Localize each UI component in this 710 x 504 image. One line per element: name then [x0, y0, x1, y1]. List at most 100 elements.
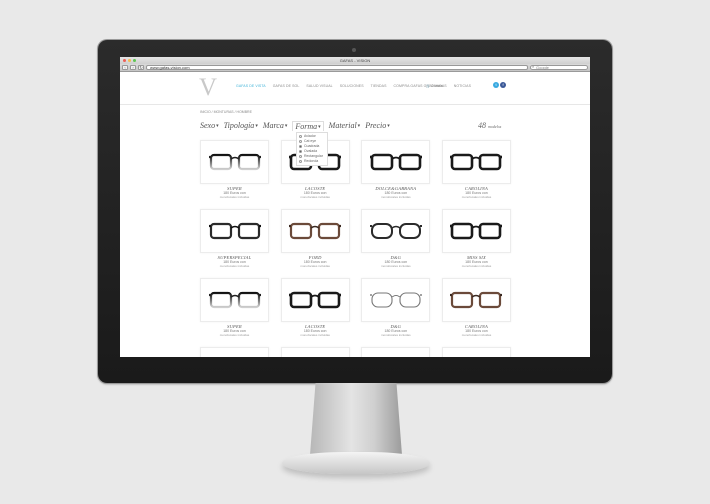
product-thumbnail[interactable] — [361, 347, 431, 357]
product-thumbnail[interactable] — [200, 140, 269, 184]
product-thumbnail[interactable] — [441, 278, 511, 322]
radio-icon[interactable] — [299, 160, 302, 163]
product-card[interactable] — [441, 347, 511, 357]
filter-label: Material — [328, 121, 357, 130]
site-header: V GAFAS DE VISTA GAFAS DE SOL SALUD VISUAL… — [120, 72, 590, 105]
social-links: t f — [493, 82, 506, 88]
product-note: monofocales incluidas — [219, 264, 250, 268]
product-card[interactable]: SUPER 180 Euros con monofocales incluidas — [200, 278, 269, 347]
website: V GAFAS DE VISTA GAFAS DE SOL SALUD VISUAL… — [120, 72, 590, 357]
glasses-icon — [289, 222, 342, 240]
radio-icon[interactable] — [299, 150, 302, 153]
product-thumbnail[interactable] — [280, 278, 350, 322]
chevron-down-icon: ▾ — [357, 124, 361, 129]
nav-item-2[interactable]: SALUD VISUAL — [306, 84, 332, 88]
browser-search-input[interactable]: Google — [530, 65, 588, 70]
close-icon[interactable] — [123, 59, 126, 62]
product-card[interactable]: D&G 180 Euros con monofocales incluidas — [361, 209, 431, 278]
nav-item-6[interactable]: NOTICIAS — [454, 84, 471, 88]
glasses-icon — [450, 291, 503, 309]
maximize-icon[interactable] — [133, 59, 136, 62]
filter-label: Tipología — [223, 121, 255, 130]
product-row: SUPER 180 Euros con monofocales incluidas L… — [200, 140, 511, 209]
cart-label: 0 items — [431, 84, 443, 88]
results-label: modelos — [488, 124, 502, 129]
breadcrumb[interactable]: INICIO / MONTURAS / HOMBRE — [200, 110, 252, 114]
filter-3[interactable]: Forma▾ — [292, 121, 324, 131]
twitter-icon[interactable]: t — [493, 82, 499, 88]
product-note: monofocales incluidas — [300, 195, 330, 199]
product-note: monofocales incluidas — [461, 333, 492, 337]
product-thumbnail[interactable] — [200, 209, 269, 253]
chevron-down-icon: ▾ — [216, 124, 219, 129]
product-card[interactable]: DOLCE&GABBANA 180 Euros con monofocales in… — [361, 140, 431, 209]
screen: GAFAS - VISION ‹ › ↻ www.gafas-vision.co… — [120, 57, 590, 357]
radio-icon[interactable] — [299, 155, 302, 158]
facebook-icon[interactable]: f — [500, 82, 506, 88]
radio-icon[interactable] — [299, 135, 302, 138]
filter-4[interactable]: Material▾ — [329, 121, 361, 131]
filter-0[interactable]: Sexo▾ — [200, 121, 219, 131]
window-title: GAFAS - VISION — [339, 58, 371, 63]
back-button[interactable]: ‹ — [122, 65, 128, 70]
results-number: 48 — [478, 121, 486, 130]
chevron-down-icon: ▾ — [387, 124, 390, 129]
product-card[interactable] — [200, 347, 269, 357]
product-card[interactable]: SUPERSPECIAL 180 Euros con monofocales inc… — [200, 209, 269, 278]
glasses-icon — [369, 153, 422, 171]
monitor: GAFAS - VISION ‹ › ↻ www.gafas-vision.co… — [98, 40, 612, 383]
site-logo[interactable]: V — [199, 75, 217, 100]
glasses-icon — [450, 222, 503, 240]
nav-item-0[interactable]: GAFAS DE VISTA — [236, 84, 266, 88]
radio-icon[interactable] — [299, 145, 302, 148]
nav-item-4[interactable]: TIENDAS — [371, 84, 387, 88]
product-card[interactable]: SUPER 180 Euros con monofocales incluidas — [200, 140, 269, 209]
reload-button[interactable]: ↻ — [138, 65, 144, 70]
filter-label: Precio — [365, 121, 387, 130]
glasses-icon — [369, 223, 422, 239]
dropdown-option-label: Redonda — [304, 159, 319, 163]
product-thumbnail[interactable] — [200, 278, 269, 322]
nav-item-1[interactable]: GAFAS DE SOL — [273, 84, 300, 88]
address-bar[interactable]: www.gafas-vision.com — [146, 65, 528, 70]
cart-link[interactable]: 🛒 0 items — [426, 84, 443, 88]
product-thumbnail[interactable] — [441, 140, 511, 184]
product-card[interactable]: D&G 180 Euros con monofocales incluidas — [361, 278, 431, 347]
product-thumbnail[interactable] — [361, 209, 431, 253]
product-thumbnail[interactable] — [200, 347, 269, 357]
product-row: SUPERSPECIAL 180 Euros con monofocales inc… — [200, 209, 511, 278]
product-note: monofocales incluidas — [300, 333, 330, 337]
product-thumbnail[interactable] — [441, 209, 511, 253]
glasses-icon — [208, 153, 261, 171]
forward-button[interactable]: › — [130, 65, 136, 70]
filter-5[interactable]: Precio▾ — [365, 121, 390, 131]
glasses-icon — [208, 291, 261, 309]
product-card[interactable]: FORD 180 Euros con monofocales incluidas — [280, 209, 350, 278]
filter-2[interactable]: Marca▾ — [263, 121, 288, 131]
product-thumbnail[interactable] — [280, 209, 350, 253]
product-card[interactable]: CAROLINA 180 Euros con monofocales incluid… — [441, 140, 511, 209]
minimize-icon[interactable] — [128, 59, 131, 62]
results-count: 48 modelos — [478, 121, 501, 130]
product-card[interactable]: CAROLINA 180 Euros con monofocales incluid… — [441, 278, 511, 347]
chevron-down-icon: ▾ — [318, 125, 321, 130]
monitor-stand — [310, 383, 402, 455]
dropdown-option[interactable]: Redonda — [299, 159, 325, 164]
product-thumbnail[interactable] — [361, 278, 431, 322]
product-thumbnail[interactable] — [361, 140, 431, 184]
product-card[interactable] — [280, 347, 350, 357]
window-controls[interactable] — [123, 59, 136, 62]
chevron-down-icon: ▾ — [255, 124, 258, 129]
filter-1[interactable]: Tipología▾ — [224, 121, 258, 131]
product-card[interactable]: MISS SIX 180 Euros con monofocales incluid… — [441, 209, 511, 278]
product-thumbnail[interactable] — [280, 347, 350, 357]
product-card[interactable] — [361, 347, 431, 357]
product-card[interactable]: LACOSTE 180 Euros con monofocales incluida… — [280, 278, 350, 347]
nav-item-3[interactable]: SOLUCIONES — [340, 84, 364, 88]
filter-label: Forma — [295, 122, 318, 131]
radio-icon[interactable] — [299, 140, 302, 143]
monitor-foot — [282, 452, 430, 474]
glasses-icon — [450, 153, 503, 171]
product-note: monofocales incluidas — [219, 333, 250, 337]
product-thumbnail[interactable] — [441, 347, 511, 357]
